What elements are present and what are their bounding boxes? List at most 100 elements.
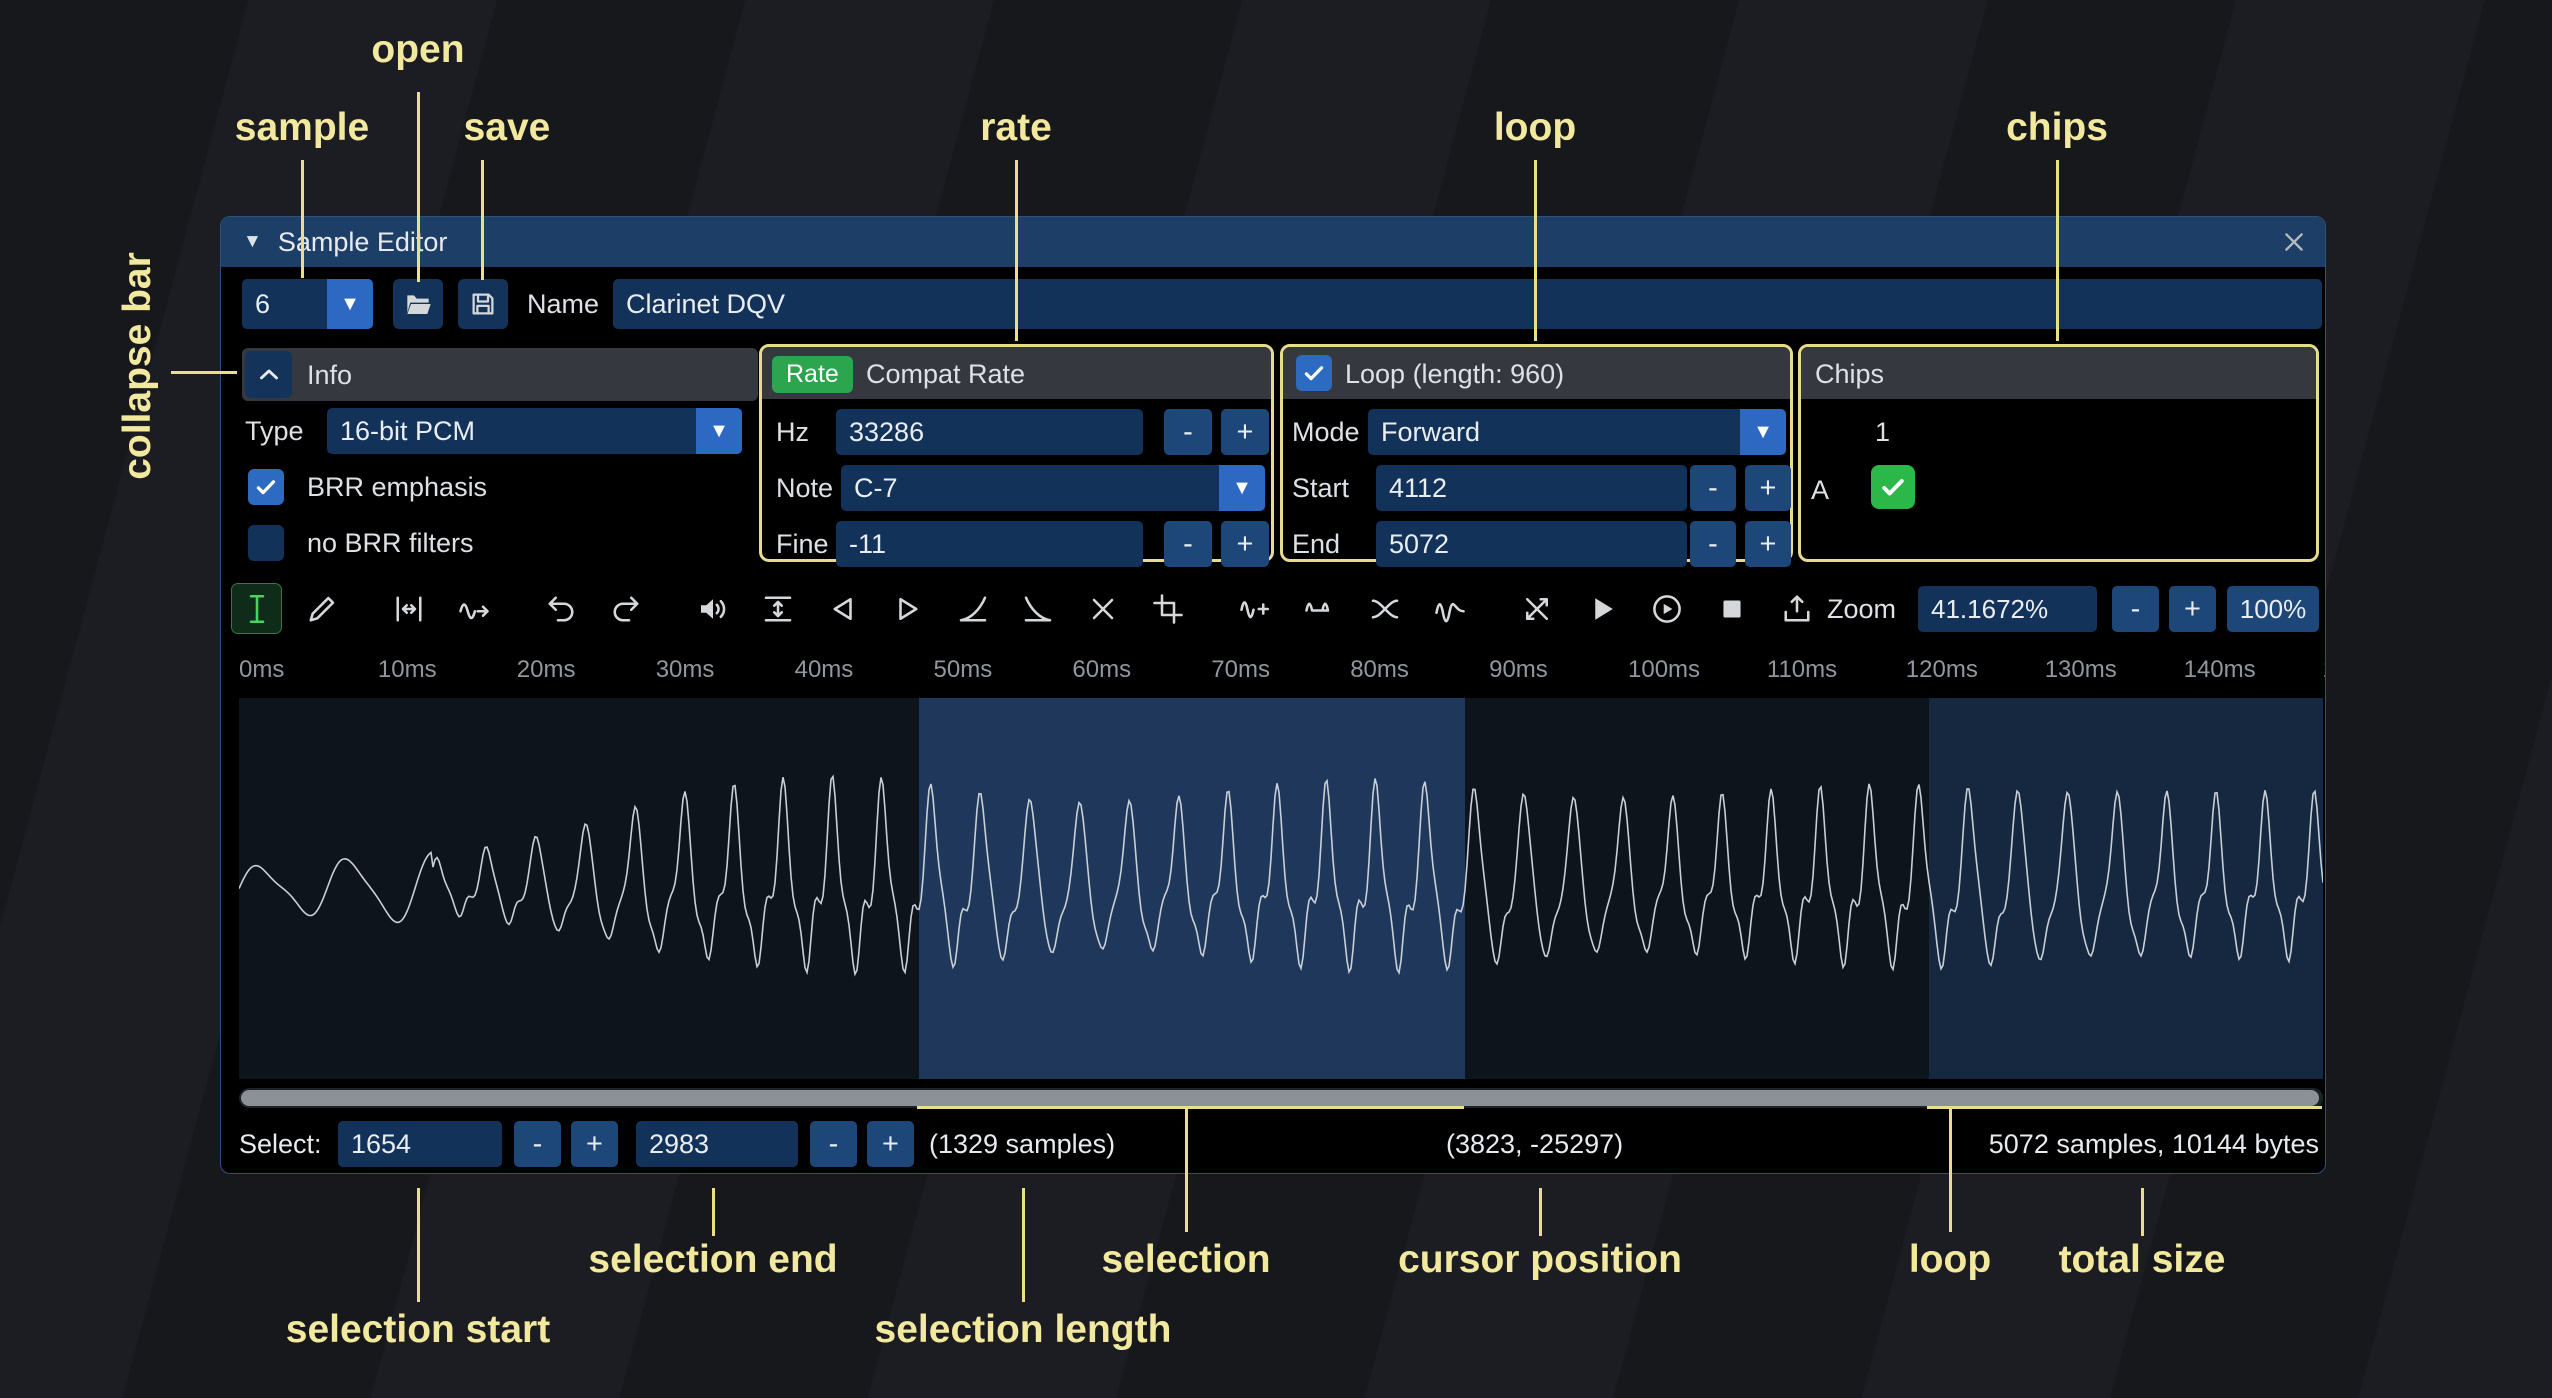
save-sample-button[interactable]: [458, 279, 508, 329]
toolbar-normalize-button[interactable]: [753, 584, 802, 633]
no-brr-filters-checkbox[interactable]: [248, 525, 284, 561]
selection-end-increment-button[interactable]: +: [867, 1121, 914, 1167]
play-region-icon: [1649, 591, 1685, 627]
brr-emphasis-label: BRR emphasis: [307, 464, 487, 510]
rate-tab-badge[interactable]: Rate: [772, 356, 853, 393]
chevron-down-icon[interactable]: ▼: [1219, 465, 1265, 511]
toolbar-redo-button[interactable]: [601, 584, 650, 633]
play-icon: [1584, 591, 1620, 627]
name-input[interactable]: Clarinet DQV: [613, 279, 2322, 329]
check-icon: [1878, 472, 1908, 502]
waveform-display[interactable]: [239, 698, 2323, 1079]
redo-icon: [608, 591, 644, 627]
toolbar-stop-button[interactable]: [1707, 584, 1756, 633]
mode-label: Mode: [1292, 409, 1360, 455]
fine-input[interactable]: -11: [836, 521, 1143, 567]
loop-enable-checkbox[interactable]: [1296, 355, 1332, 391]
check-icon: [253, 474, 279, 500]
hz-increment-button[interactable]: +: [1221, 409, 1269, 455]
selection-start-increment-button[interactable]: +: [571, 1121, 618, 1167]
annotation-line-cursor-position: [1539, 1188, 1542, 1236]
undo-icon: [543, 591, 579, 627]
normalize-icon: [760, 591, 796, 627]
window-title-bar[interactable]: ▼ Sample Editor: [221, 217, 2325, 267]
toolbar-cut-button[interactable]: [1512, 584, 1561, 633]
selection-end-decrement-button[interactable]: -: [810, 1121, 857, 1167]
annotation-line-loop-region: [1949, 1106, 1952, 1232]
toolbar-draw-button[interactable]: [297, 584, 346, 633]
loop-end-increment-button[interactable]: +: [1745, 521, 1791, 567]
annotation-loop: loop: [1494, 106, 1576, 150]
timeline-label: 150: [2323, 656, 2326, 684]
loop-end-label: End: [1292, 521, 1340, 567]
zoom-decrement-button[interactable]: -: [2112, 586, 2159, 632]
annotation-line-loop: [1534, 160, 1537, 341]
toolbar-reverse-button[interactable]: [818, 584, 867, 633]
toolbar-trim-button[interactable]: [1143, 584, 1192, 633]
loop-start-input[interactable]: 4112: [1376, 465, 1687, 511]
brr-emphasis-checkbox[interactable]: [248, 469, 284, 505]
open-sample-button[interactable]: [393, 279, 443, 329]
timeline-label: 10ms: [378, 656, 437, 684]
hz-label: Hz: [776, 409, 809, 455]
fine-increment-button[interactable]: +: [1221, 521, 1269, 567]
hz-input[interactable]: 33286: [836, 409, 1143, 455]
toolbar-resample-button[interactable]: [449, 584, 498, 633]
toolbar-play-region-button[interactable]: [1642, 584, 1691, 633]
toolbar-separator: [666, 584, 672, 633]
type-selector[interactable]: 16-bit PCM ▼: [327, 408, 742, 454]
note-selector[interactable]: C-7 ▼: [841, 465, 1265, 511]
zoom-increment-button[interactable]: +: [2169, 586, 2216, 632]
toolbar-filter-button[interactable]: [1425, 584, 1474, 633]
toolbar-insert-silence-button[interactable]: [1230, 584, 1279, 633]
toolbar-undo-button[interactable]: [536, 584, 585, 633]
loop-end-input[interactable]: 5072: [1376, 521, 1687, 567]
selection-start-input[interactable]: 1654: [338, 1121, 502, 1167]
zoom-reset-button[interactable]: 100%: [2227, 586, 2319, 632]
chevron-down-icon[interactable]: ▼: [1740, 409, 1786, 455]
rate-header-label[interactable]: Compat Rate: [866, 351, 1025, 397]
page-background: open sample save rate loop chips collaps…: [0, 0, 2552, 1398]
amplify-icon: [695, 591, 731, 627]
scrollbar-thumb[interactable]: [241, 1090, 2319, 1106]
loop-end-decrement-button[interactable]: -: [1690, 521, 1736, 567]
close-button[interactable]: [2281, 229, 2307, 255]
chip-enable-checkbox[interactable]: [1871, 465, 1915, 509]
loop-start-increment-button[interactable]: +: [1745, 465, 1791, 511]
selection-length-text: (1329 samples): [929, 1121, 1115, 1167]
annotation-bracket-loop: [1927, 1106, 2322, 1109]
waveform-scrollbar[interactable]: [239, 1088, 2323, 1108]
chevron-down-icon[interactable]: ▼: [696, 408, 742, 454]
toolbar-invert-button[interactable]: [883, 584, 932, 633]
timeline-ruler[interactable]: 0ms10ms20ms30ms40ms50ms60ms70ms80ms90ms1…: [221, 644, 2325, 694]
toolbar-apply-silence-button[interactable]: [1295, 584, 1344, 633]
selection-start-decrement-button[interactable]: -: [514, 1121, 561, 1167]
hz-decrement-button[interactable]: -: [1164, 409, 1212, 455]
toolbar-crossfade-button[interactable]: [1360, 584, 1409, 633]
cursor-position-text: (3823, -25297): [1446, 1121, 1623, 1167]
window-collapse-icon[interactable]: ▼: [243, 231, 262, 253]
chevron-down-icon[interactable]: ▼: [327, 279, 373, 329]
zoom-input[interactable]: 41.1672%: [1918, 586, 2097, 632]
toolbar-select-button[interactable]: [232, 584, 281, 633]
resize-icon: [391, 591, 427, 627]
toolbar-import-button[interactable]: [1772, 584, 1821, 633]
toolbar-play-button[interactable]: [1577, 584, 1626, 633]
sample-selector[interactable]: 6 ▼: [242, 279, 373, 329]
selection-end-input[interactable]: 2983: [636, 1121, 798, 1167]
toolbar-delete-button[interactable]: [1078, 584, 1127, 633]
toolbar-fade-out-button[interactable]: [1013, 584, 1062, 633]
fine-decrement-button[interactable]: -: [1164, 521, 1212, 567]
type-selector-value: 16-bit PCM: [327, 408, 742, 454]
timeline-label: 130ms: [2045, 656, 2117, 684]
toolbar-resize-button[interactable]: [384, 584, 433, 633]
toolbar-fade-in-button[interactable]: [948, 584, 997, 633]
loop-mode-selector[interactable]: Forward ▼: [1368, 409, 1786, 455]
toolbar-amplify-button[interactable]: [688, 584, 737, 633]
fade-in-icon: [955, 591, 991, 627]
annotation-collapse-bar: collapse bar: [116, 252, 160, 480]
info-collapse-button[interactable]: [245, 351, 292, 398]
fine-label: Fine: [776, 521, 829, 567]
invert-icon: [890, 591, 926, 627]
loop-start-decrement-button[interactable]: -: [1690, 465, 1736, 511]
